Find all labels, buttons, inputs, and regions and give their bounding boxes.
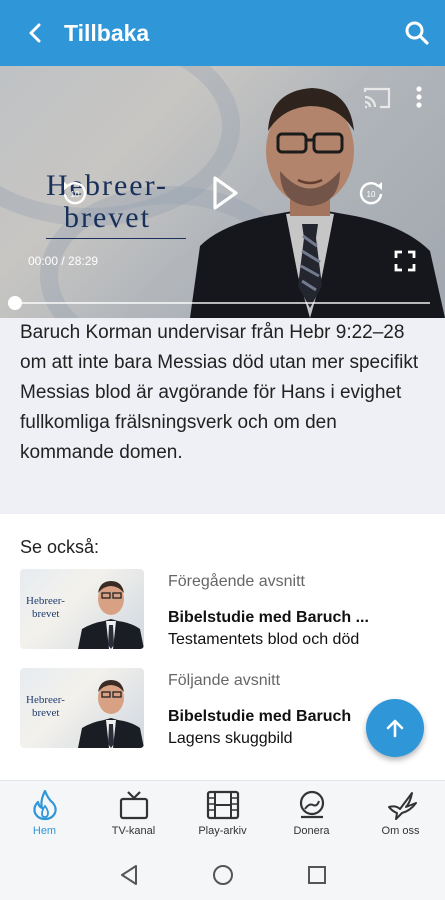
episode-kind: Föregående avsnitt bbox=[168, 573, 305, 590]
search-button[interactable] bbox=[403, 19, 431, 47]
nav-label: Om oss bbox=[381, 825, 420, 837]
fullscreen-icon[interactable] bbox=[394, 250, 416, 272]
seek-handle[interactable] bbox=[8, 296, 22, 310]
bottom-navigation: Hem TV-kanal Play-arkiv Donera Om oss bbox=[0, 780, 445, 850]
see-also-heading: Se också: bbox=[20, 537, 100, 557]
tv-icon bbox=[119, 791, 149, 820]
nav-label: Donera bbox=[293, 825, 330, 837]
rewind-10-icon[interactable]: 10 bbox=[60, 178, 90, 208]
nav-item-play-arkiv[interactable]: Play-arkiv bbox=[178, 781, 267, 851]
svg-text:10: 10 bbox=[367, 190, 376, 199]
donate-icon bbox=[299, 790, 325, 819]
episode-description: Baruch Korman undervisar från Hebr 9:22–… bbox=[0, 318, 445, 514]
episode-kind: Följande avsnitt bbox=[168, 672, 281, 689]
back-triangle-icon[interactable] bbox=[118, 864, 140, 886]
episode-title: Bibelstudie med Baruch bbox=[168, 708, 352, 725]
nav-item-hem[interactable]: Hem bbox=[0, 781, 89, 851]
dove-icon bbox=[388, 792, 417, 820]
description-text: Baruch Korman undervisar från Hebr 9:22–… bbox=[20, 322, 419, 463]
arrow-up-icon bbox=[386, 719, 404, 738]
system-navigation-bar bbox=[0, 850, 445, 900]
film-icon bbox=[206, 790, 240, 820]
seek-bar[interactable] bbox=[14, 302, 430, 304]
episode-thumbnail: Hebreer- brevet bbox=[20, 668, 144, 748]
page-title[interactable]: Tillbaka bbox=[64, 20, 149, 47]
back-button[interactable] bbox=[0, 0, 70, 66]
cast-icon[interactable] bbox=[362, 86, 392, 110]
presenter-thumbnail bbox=[78, 680, 144, 748]
svg-text:10: 10 bbox=[71, 190, 80, 199]
home-circle-icon[interactable] bbox=[212, 864, 234, 886]
nav-item-donera[interactable]: Donera bbox=[267, 781, 356, 851]
play-icon[interactable] bbox=[210, 174, 240, 212]
episode-thumbnail: Hebreer- brevet bbox=[20, 569, 144, 649]
episode-subtitle: Testamentets blod och död bbox=[168, 631, 360, 648]
app-bar: Tillbaka bbox=[0, 0, 445, 66]
chevron-left-icon bbox=[29, 23, 41, 43]
nav-label: TV-kanal bbox=[111, 825, 156, 837]
recents-square-icon[interactable] bbox=[307, 865, 327, 885]
nav-label: Hem bbox=[32, 825, 57, 837]
search-icon bbox=[405, 21, 429, 45]
nav-item-tv-kanal[interactable]: TV-kanal bbox=[89, 781, 178, 851]
nav-item-om-oss[interactable]: Om oss bbox=[356, 781, 445, 851]
more-options-icon[interactable] bbox=[412, 84, 426, 110]
scroll-to-top-button[interactable] bbox=[366, 699, 424, 757]
nav-label: Play-arkiv bbox=[198, 825, 247, 837]
previous-episode-item[interactable]: Hebreer- brevet Föregående avsnitt Bibel… bbox=[20, 569, 430, 649]
episode-title: Bibelstudie med Baruch ... bbox=[168, 609, 369, 626]
forward-10-icon[interactable]: 10 bbox=[356, 178, 386, 208]
episode-subtitle: Lagens skuggbild bbox=[168, 730, 293, 747]
flame-icon bbox=[33, 789, 57, 821]
playback-time: 00:00 / 28:29 bbox=[28, 254, 99, 268]
video-player[interactable]: Hebreer- brevet 10 10 00:00 / 28:29 bbox=[0, 66, 445, 318]
presenter-thumbnail bbox=[78, 581, 144, 649]
